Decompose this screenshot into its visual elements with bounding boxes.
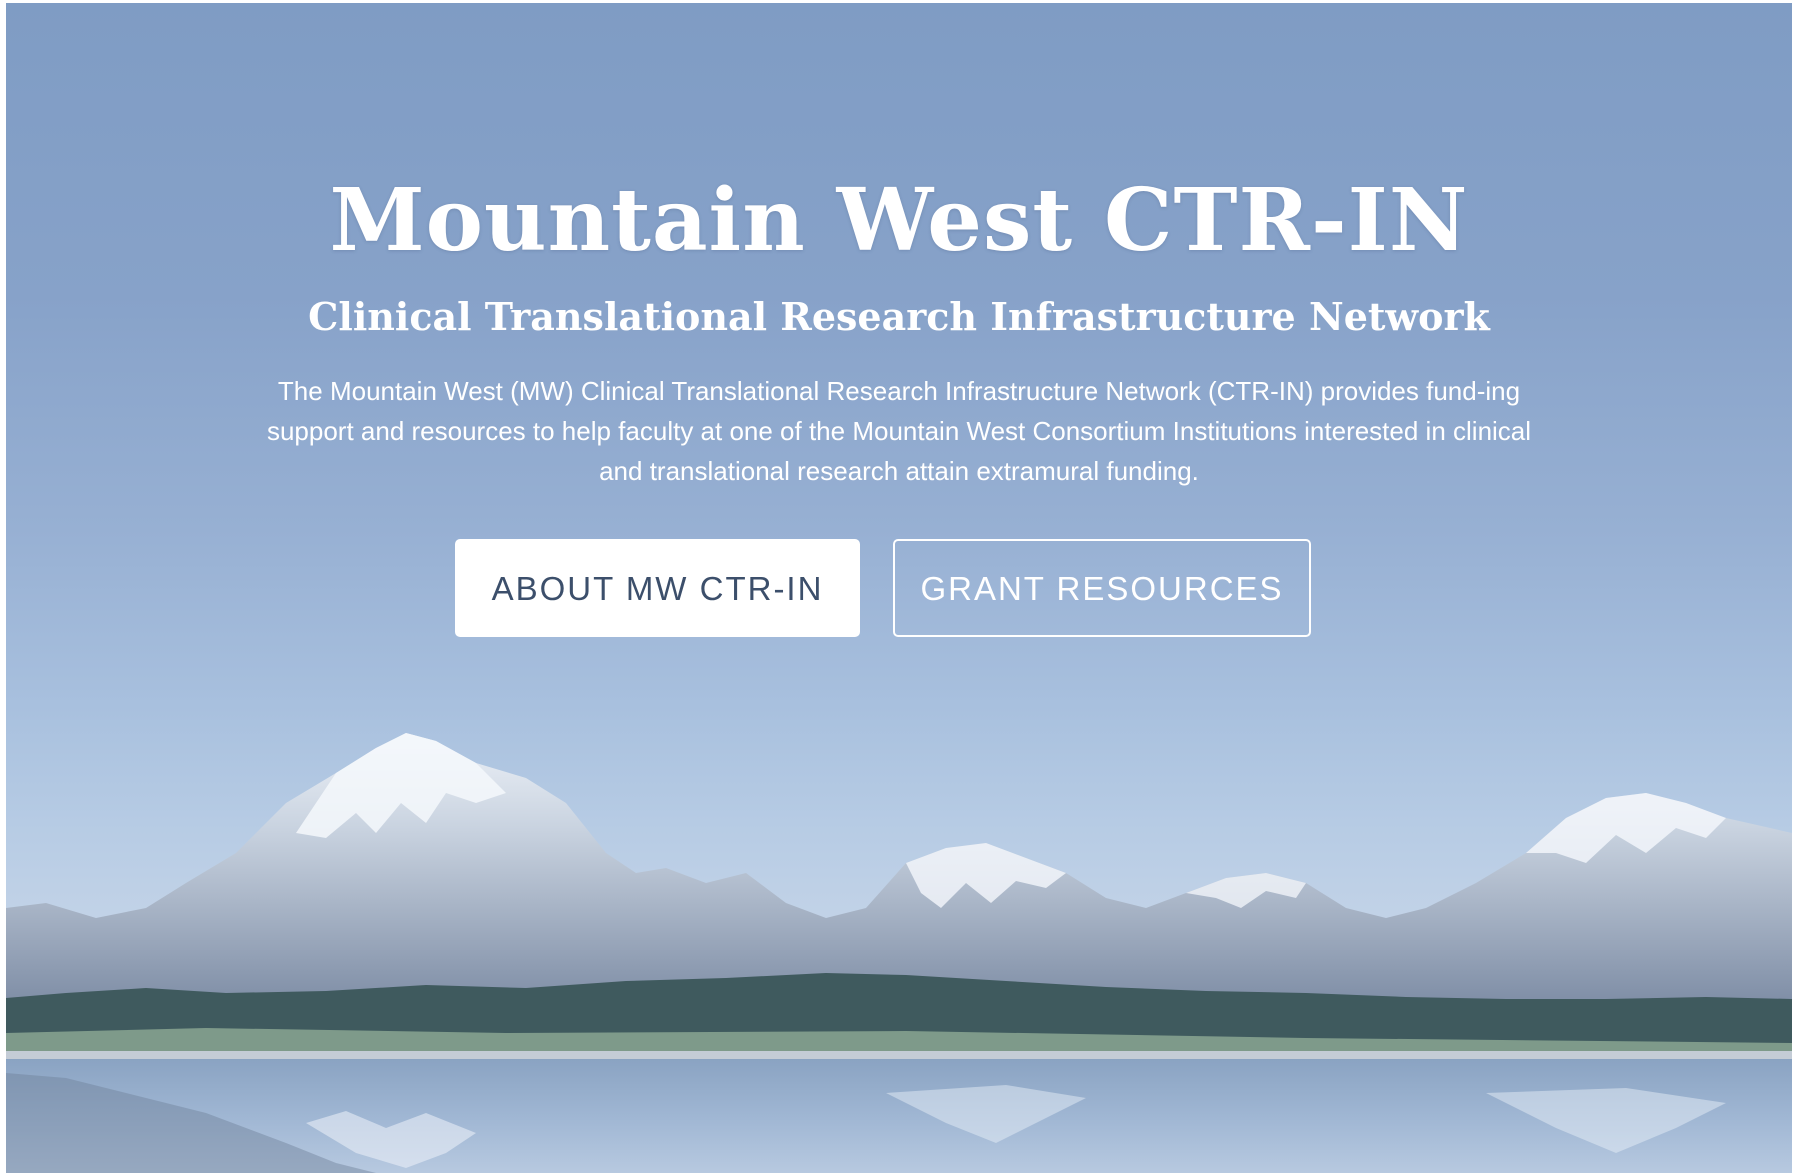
shoreline bbox=[6, 1051, 1792, 1059]
hero-description: The Mountain West (MW) Clinical Translat… bbox=[266, 376, 1532, 486]
grant-resources-button[interactable]: GRANT RESOURCES bbox=[893, 539, 1311, 637]
hero-banner: Mountain West CTR-IN Clinical Translatio… bbox=[6, 3, 1792, 1173]
page-title: Mountain West CTR-IN bbox=[329, 170, 1469, 271]
page-subtitle: Clinical Translational Research Infrastr… bbox=[308, 294, 1490, 339]
mountain-range bbox=[6, 733, 1792, 1003]
about-button[interactable]: ABOUT MW CTR-IN bbox=[455, 539, 860, 637]
